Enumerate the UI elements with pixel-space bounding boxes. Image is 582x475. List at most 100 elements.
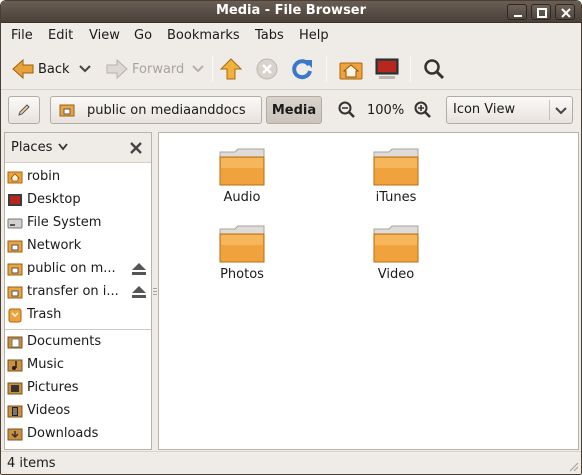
sidebar-item-label: Music: [27, 357, 64, 372]
path-button-share-label: public on mediaanddocs: [87, 102, 246, 118]
desktop-icon: [7, 192, 23, 208]
menu-tabs[interactable]: Tabs: [255, 28, 284, 43]
file-name: Photos: [220, 267, 264, 282]
sidebar-item-robin[interactable]: robin: [5, 165, 151, 188]
sidebar-item-network[interactable]: Network: [5, 234, 151, 257]
toolbar-separator: [326, 56, 327, 82]
back-button[interactable]: Back: [11, 54, 70, 84]
sidebar-item-file-system[interactable]: File System: [5, 211, 151, 234]
toolbar: Back Forward: [1, 48, 581, 90]
stop-button[interactable]: [255, 54, 279, 84]
sidebar-item-desktop[interactable]: Desktop: [5, 188, 151, 211]
places-selector[interactable]: Places: [11, 140, 69, 155]
sidebar-item-label: Desktop: [27, 192, 81, 207]
toolbar-separator: [212, 56, 213, 82]
documents-folder-icon: [7, 334, 23, 350]
sidebar-bookmark-music[interactable]: Music: [5, 353, 151, 376]
zoom-level[interactable]: 100%: [367, 103, 404, 118]
pane-resize-grip[interactable]: [153, 288, 157, 296]
path-button-media[interactable]: Media: [266, 96, 322, 124]
forward-history-dropdown[interactable]: [191, 54, 205, 84]
status-bar: 4 items: [1, 451, 581, 474]
view-mode-select[interactable]: Icon View: [446, 96, 573, 124]
zoom-in-button[interactable]: [413, 100, 433, 124]
search-icon: [424, 59, 445, 80]
folder-item[interactable]: Photos: [197, 225, 287, 295]
title-bar[interactable]: Media - File Browser: [1, 1, 581, 23]
file-name: Video: [377, 267, 415, 282]
sidebar-item-label: Trash: [27, 307, 62, 322]
folder-icon: [373, 225, 419, 263]
maximize-button[interactable]: [531, 4, 551, 20]
network-share-icon: [7, 284, 23, 300]
folder-item[interactable]: iTunes: [351, 148, 441, 218]
network-share-icon: [59, 104, 75, 117]
eject-icon[interactable]: [131, 285, 147, 299]
chevron-down-icon: [79, 65, 91, 73]
sidebar-bookmark-documents[interactable]: Documents: [5, 330, 151, 353]
reload-button[interactable]: [290, 54, 314, 84]
toggle-location-entry-button[interactable]: [8, 96, 40, 124]
sidebar-bookmark-pictures[interactable]: Pictures: [5, 376, 151, 399]
path-button-share[interactable]: public on mediaanddocs: [50, 96, 262, 124]
computer-icon: [375, 58, 399, 79]
menu-help[interactable]: Help: [299, 28, 329, 43]
folder-item[interactable]: Audio: [197, 148, 287, 218]
stop-icon: [256, 58, 278, 80]
back-history-dropdown[interactable]: [78, 54, 92, 84]
minimize-button[interactable]: [507, 4, 527, 20]
side-pane: Places robin Desktop File System Network…: [4, 132, 152, 450]
sidebar-item-public-share[interactable]: public on m...: [5, 257, 151, 280]
videos-folder-icon: [7, 403, 23, 419]
folder-item[interactable]: Video: [351, 225, 441, 295]
path-button-media-label: Media: [271, 102, 317, 118]
zoom-out-icon: [338, 101, 355, 118]
sidebar-item-label: Documents: [27, 334, 102, 349]
eject-icon[interactable]: [131, 262, 147, 276]
zoom-in-icon: [414, 101, 431, 118]
menu-edit[interactable]: Edit: [48, 28, 73, 43]
sidebar-item-label: Pictures: [27, 380, 79, 395]
menu-view[interactable]: View: [89, 28, 120, 43]
combo-divider: [549, 100, 550, 120]
up-button[interactable]: [219, 54, 243, 84]
file-icon-view[interactable]: Audio iTunes Photos Video: [158, 132, 579, 450]
close-icon: [561, 8, 571, 18]
folder-icon: [373, 148, 419, 186]
menu-bookmarks[interactable]: Bookmarks: [167, 28, 240, 43]
sidebar-item-label: File System: [27, 215, 102, 230]
close-button[interactable]: [555, 4, 575, 20]
menu-go[interactable]: Go: [134, 28, 152, 43]
close-side-pane-icon[interactable]: [129, 141, 143, 155]
back-label: Back: [38, 61, 70, 77]
resize-grip-icon[interactable]: [567, 460, 579, 472]
drive-icon: [7, 215, 23, 231]
sidebar-bookmark-downloads[interactable]: Downloads: [5, 422, 151, 445]
file-name: Audio: [223, 190, 261, 205]
home-folder-icon: [339, 62, 363, 80]
maximize-icon: [537, 8, 547, 18]
location-bar: public on mediaanddocs Media 100% Icon V…: [1, 90, 581, 130]
menu-file[interactable]: File: [11, 28, 33, 43]
pictures-folder-icon: [7, 380, 23, 396]
sidebar-item-trash[interactable]: Trash: [5, 303, 151, 326]
downloads-folder-icon: [7, 426, 23, 442]
forward-button[interactable]: Forward: [105, 54, 184, 84]
reload-icon: [292, 59, 312, 80]
computer-button[interactable]: [374, 54, 400, 84]
back-arrow-icon: [12, 58, 34, 80]
pencil-icon: [18, 104, 30, 116]
folder-icon: [219, 148, 265, 186]
sidebar-item-label: Downloads: [27, 426, 99, 441]
sidebar-item-transfer-share[interactable]: transfer on i...: [5, 280, 151, 303]
home-button[interactable]: [338, 54, 364, 84]
sidebar-item-label: transfer on i...: [27, 284, 119, 299]
zoom-out-button[interactable]: [337, 100, 357, 124]
sidebar-bookmark-videos[interactable]: Videos: [5, 399, 151, 422]
file-browser-window: Media - File Browser File Edit View Go B…: [0, 0, 582, 475]
window-title: Media - File Browser: [215, 3, 367, 18]
sidebar-item-label: Videos: [27, 403, 71, 418]
status-text: 4 items: [7, 456, 56, 471]
toolbar-separator: [410, 56, 411, 82]
search-button[interactable]: [422, 54, 446, 84]
